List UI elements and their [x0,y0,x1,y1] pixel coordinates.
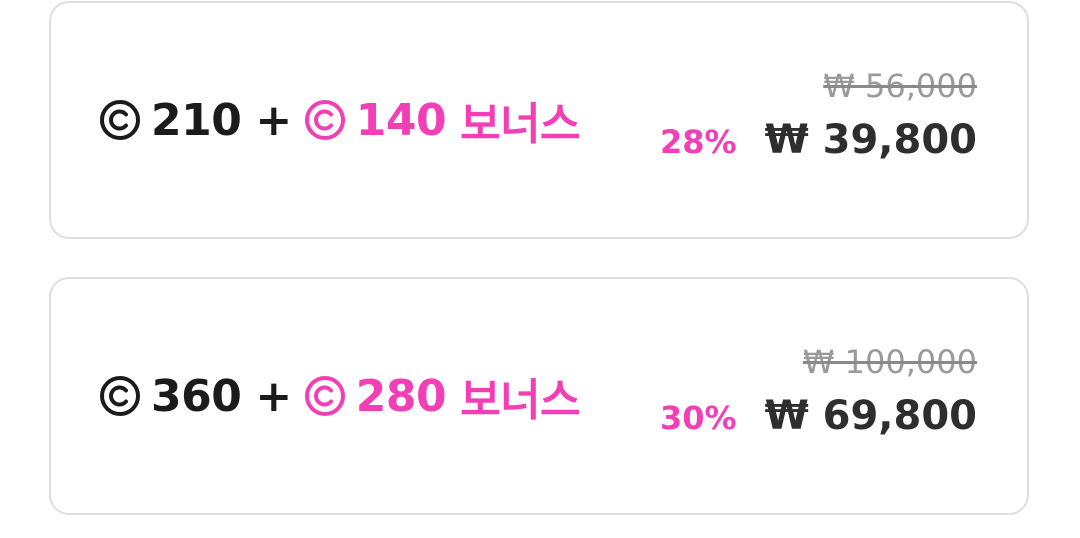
coin-package-list: 210 + 140 보너스 ₩ 56,000 28% ₩ 39,800 360 … [0,0,1080,538]
bonus-coin-amount: 280 [355,370,447,422]
bonus-label: 보너스 [460,375,581,426]
bonus-coin-icon [304,99,346,141]
original-price: ₩ 100,000 [802,343,977,381]
current-price-row: 30% ₩ 69,800 [660,393,977,439]
bonus-coin-icon [304,375,346,417]
bonus-label: 보너스 [460,99,581,150]
coin-icon [99,99,141,141]
current-price-row: 28% ₩ 39,800 [660,117,977,163]
plus-sign: + [255,370,292,422]
original-price: ₩ 56,000 [823,67,977,105]
plus-sign: + [255,94,292,146]
discount-badge: 30% [660,399,737,437]
package-offer: 360 + 280 보너스 [99,364,581,428]
coin-package-card[interactable]: 210 + 140 보너스 ₩ 56,000 28% ₩ 39,800 [49,1,1029,239]
discount-badge: 28% [660,123,737,161]
package-offer: 210 + 140 보너스 [99,88,581,152]
bonus-coin-amount: 140 [355,94,447,146]
base-coin-amount: 360 [151,370,242,422]
sale-price: ₩ 69,800 [764,393,977,439]
sale-price: ₩ 39,800 [764,117,977,163]
coin-package-card[interactable]: 360 + 280 보너스 ₩ 100,000 30% ₩ 69,800 [49,277,1029,515]
package-price: ₩ 100,000 30% ₩ 69,800 [637,343,977,453]
coin-icon [99,375,141,417]
package-price: ₩ 56,000 28% ₩ 39,800 [637,67,977,177]
base-coin-amount: 210 [151,94,242,146]
